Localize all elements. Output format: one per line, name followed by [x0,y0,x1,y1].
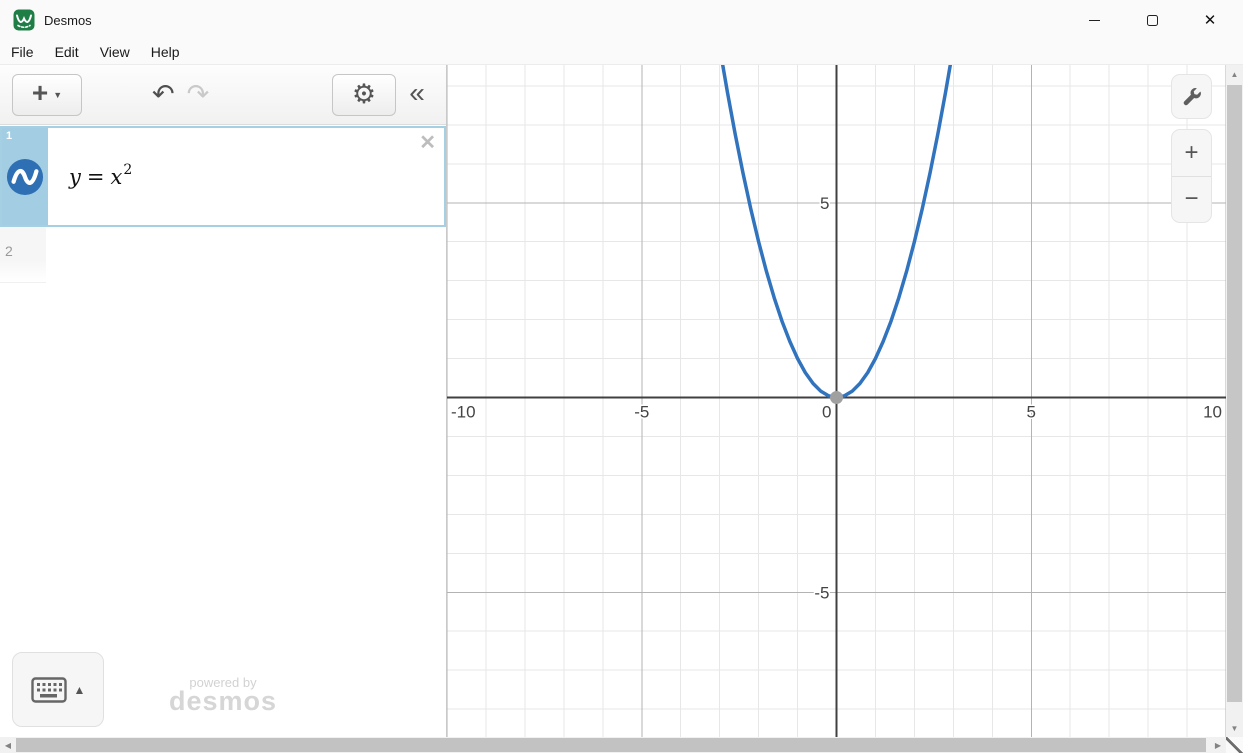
scroll-up-icon[interactable]: ▲ [1226,70,1243,79]
graph-settings-button[interactable] [1171,74,1212,119]
window-resize-grip[interactable] [1226,737,1243,753]
window-controls: ✕ [1065,0,1239,40]
minimize-icon [1089,20,1100,21]
vertical-scrollbar-thumb[interactable] [1227,85,1242,702]
zoom-out-icon: − [1184,185,1198,213]
maximize-icon [1147,15,1158,26]
settings-button[interactable]: ⚙ [332,74,396,116]
menu-edit[interactable]: Edit [45,41,89,63]
axis-tick-label: 5 [820,194,829,213]
zoom-controls: + − [1171,129,1212,223]
expression-row-2[interactable]: 2 [0,227,446,283]
expression-input-2[interactable] [46,227,446,283]
vertical-scrollbar[interactable]: ▲ ▼ [1226,65,1243,737]
menubar: File Edit View Help [0,40,1243,65]
plus-icon: + [32,79,48,107]
expression-row-1[interactable]: 1 y=x2 ✕ [0,126,446,227]
scroll-right-icon[interactable]: ▶ [1212,741,1224,750]
axis-tick-label: 0 [822,403,831,422]
redo-icon[interactable]: ↷ [187,79,210,110]
expression-list: 1 y=x2 ✕ 2 [0,126,446,283]
collapse-panel-button[interactable]: « [396,74,438,116]
menu-help[interactable]: Help [141,41,190,63]
menu-file[interactable]: File [1,41,44,63]
close-icon: ✕ [1204,13,1217,28]
horizontal-scrollbar[interactable]: ◀ ▶ [0,737,1226,753]
collapse-icon: « [409,79,425,111]
expressions-panel: + ▼ ↶ ↷ ⚙ « 1 y=x2 ✕ [0,65,447,737]
close-button[interactable]: ✕ [1181,0,1239,40]
keyboard-icon [31,677,67,703]
maximize-button[interactable] [1123,0,1181,40]
wrench-icon [1181,86,1203,108]
axis-tick-label: -5 [814,583,829,602]
expression-number-2: 2 [5,243,13,259]
powered-by-desmos-watermark: powered by desmos [120,675,326,713]
math-exponent: 2 [123,162,132,178]
scroll-left-icon[interactable]: ◀ [2,741,14,750]
math-y: y [69,165,81,189]
math-equals: = [81,165,111,189]
zoom-in-icon: + [1184,139,1198,167]
undo-icon[interactable]: ↶ [152,79,175,110]
desmos-app-icon [13,9,35,31]
minimize-button[interactable] [1065,0,1123,40]
axis-tick-label: 5 [1027,403,1036,422]
expression-gutter-2: 2 [0,227,46,283]
show-keyboard-button[interactable]: ▲ [12,652,104,727]
expression-input-1[interactable]: y=x2 ✕ [48,128,444,225]
zoom-in-button[interactable]: + [1172,130,1211,177]
titlebar: Desmos ✕ [0,0,1243,40]
graph-area: -10 -5 5 10 5 -5 0 + − [447,65,1226,737]
window-title: Desmos [44,13,92,28]
watermark-line2: desmos [120,690,326,713]
expression-math: y=x2 [69,164,131,189]
axis-tick-label: -10 [451,403,476,422]
gear-icon: ⚙ [352,81,376,108]
zoom-out-button[interactable]: − [1172,177,1211,223]
math-x: x [110,165,122,189]
expressions-toolbar: + ▼ ↶ ↷ ⚙ « [0,65,446,125]
expression-gutter-1: 1 [2,128,48,225]
origin-point [830,391,843,404]
delete-expression-icon[interactable]: ✕ [419,133,436,153]
expression-number-1: 1 [6,130,12,142]
caret-down-icon: ▼ [53,90,62,100]
keyboard-caret-icon: ▲ [74,683,86,697]
menu-view[interactable]: View [90,41,140,63]
add-expression-button[interactable]: + ▼ [12,74,82,116]
scroll-down-icon[interactable]: ▼ [1226,724,1243,733]
curve-visibility-icon[interactable] [6,158,44,196]
graph-canvas[interactable]: -10 -5 5 10 5 -5 0 [447,65,1226,737]
axis-tick-label: -5 [634,403,649,422]
horizontal-scrollbar-thumb[interactable] [16,738,1206,752]
axis-tick-label: 10 [1203,403,1222,422]
